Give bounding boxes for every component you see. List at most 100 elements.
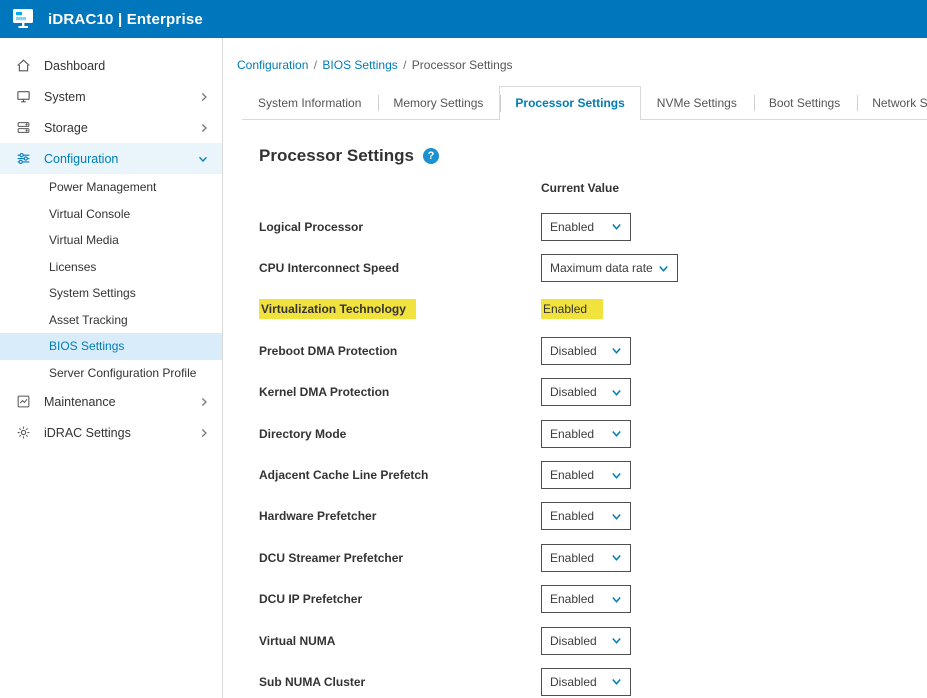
- setting-value-cell: Enabled: [541, 299, 603, 319]
- setting-row-kernel-dma-protection: Kernel DMA Protection Disabled: [259, 372, 927, 413]
- sidebar-item-dashboard[interactable]: Dashboard: [0, 50, 222, 81]
- chevron-down-icon: [611, 388, 622, 397]
- sidebar-subitem-label: BIOS Settings: [49, 339, 124, 353]
- cpu-interconnect-speed-select[interactable]: Maximum data rate: [541, 254, 678, 282]
- setting-value-cell: Enabled: [541, 502, 631, 530]
- chevron-down-icon: [611, 512, 622, 521]
- sidebar-subitem-label: Power Management: [49, 180, 156, 194]
- chevron-down-icon: [611, 553, 622, 562]
- sidebar-subitem-virtual-console[interactable]: Virtual Console: [0, 201, 222, 228]
- setting-label: Kernel DMA Protection: [259, 385, 389, 399]
- storage-icon: [15, 120, 31, 135]
- maintenance-icon: [15, 394, 31, 409]
- setting-row-directory-mode: Directory Mode Enabled: [259, 413, 927, 454]
- tab-network-settings[interactable]: Network Settings: [856, 86, 927, 119]
- setting-value-cell: Maximum data rate: [541, 254, 678, 282]
- dcu-ip-prefetcher-select[interactable]: Enabled: [541, 585, 631, 613]
- sidebar-subitem-licenses[interactable]: Licenses: [0, 254, 222, 281]
- sidebar-item-configuration[interactable]: Configuration: [0, 143, 222, 174]
- sidebar: Dashboard System Storage Configuration Power…: [0, 38, 223, 698]
- selected-value: Enabled: [550, 468, 594, 482]
- setting-value-cell: Disabled: [541, 378, 631, 406]
- configuration-icon: [15, 151, 31, 166]
- logical-processor-select[interactable]: Enabled: [541, 213, 631, 241]
- sidebar-subitem-bios-settings[interactable]: BIOS Settings: [0, 333, 222, 360]
- sidebar-item-label: Dashboard: [44, 59, 105, 73]
- setting-value-cell: Disabled: [541, 337, 631, 365]
- chevron-down-icon: [611, 677, 622, 686]
- sidebar-subitem-power-management[interactable]: Power Management: [0, 174, 222, 201]
- setting-label-cell: Hardware Prefetcher: [259, 507, 541, 525]
- setting-label-cell: Sub NUMA Cluster: [259, 673, 541, 691]
- selected-value: Enabled: [550, 509, 594, 523]
- tab-boot-settings[interactable]: Boot Settings: [753, 86, 856, 119]
- hardware-prefetcher-select[interactable]: Enabled: [541, 502, 631, 530]
- page-layout: Dashboard System Storage Configuration Power…: [0, 38, 927, 698]
- dcu-streamer-prefetcher-select[interactable]: Enabled: [541, 544, 631, 572]
- kernel-dma-protection-select[interactable]: Disabled: [541, 378, 631, 406]
- selected-value: Disabled: [550, 385, 597, 399]
- sidebar-subitem-label: Asset Tracking: [49, 313, 128, 327]
- setting-label-cell: Preboot DMA Protection: [259, 342, 541, 360]
- setting-label-cell: Directory Mode: [259, 425, 541, 443]
- breadcrumb: Configuration / BIOS Settings / Processo…: [236, 56, 927, 86]
- sidebar-item-storage[interactable]: Storage: [0, 112, 222, 143]
- selected-value: Maximum data rate: [550, 261, 652, 275]
- sidebar-item-label: Configuration: [44, 152, 118, 166]
- selected-value: Disabled: [550, 634, 597, 648]
- sidebar-subitem-system-settings[interactable]: System Settings: [0, 280, 222, 307]
- sub-numa-cluster-select[interactable]: Disabled: [541, 668, 631, 696]
- setting-label-cell: Virtual NUMA: [259, 632, 541, 650]
- sidebar-subitem-virtual-media[interactable]: Virtual Media: [0, 227, 222, 254]
- setting-value-cell: Disabled: [541, 668, 631, 696]
- breadcrumb-item-bios-settings[interactable]: BIOS Settings: [322, 58, 397, 72]
- sidebar-subitem-label: Virtual Console: [49, 207, 130, 221]
- chevron-right-icon: [200, 92, 208, 102]
- tab-processor-settings[interactable]: Processor Settings: [499, 86, 640, 120]
- setting-value-cell: Enabled: [541, 544, 631, 572]
- selected-value: Enabled: [550, 551, 594, 565]
- preboot-dma-protection-select[interactable]: Disabled: [541, 337, 631, 365]
- sidebar-subitem-label: Server Configuration Profile: [49, 366, 196, 380]
- setting-row-cpu-interconnect-speed: CPU Interconnect Speed Maximum data rate: [259, 247, 927, 288]
- selected-value: Enabled: [550, 220, 594, 234]
- page-title: Processor Settings: [259, 146, 414, 166]
- home-icon: [15, 58, 31, 73]
- sidebar-item-idrac-settings[interactable]: iDRAC Settings: [0, 417, 222, 448]
- tab-system-information[interactable]: System Information: [242, 86, 377, 119]
- sidebar-subitem-server-configuration-profile[interactable]: Server Configuration Profile: [0, 360, 222, 387]
- setting-label: DCU Streamer Prefetcher: [259, 551, 403, 565]
- sidebar-item-system[interactable]: System: [0, 81, 222, 112]
- setting-row-preboot-dma-protection: Preboot DMA Protection Disabled: [259, 330, 927, 371]
- setting-value: Enabled: [541, 299, 603, 319]
- setting-label-cell: CPU Interconnect Speed: [259, 259, 541, 277]
- setting-value-cell: Enabled: [541, 420, 631, 448]
- setting-label-cell: Adjacent Cache Line Prefetch: [259, 466, 541, 484]
- sidebar-subitem-label: System Settings: [49, 286, 136, 300]
- help-icon[interactable]: ?: [423, 148, 439, 164]
- breadcrumb-item-configuration[interactable]: Configuration: [237, 58, 308, 72]
- chevron-down-icon: [611, 222, 622, 231]
- tab-nvme-settings[interactable]: NVMe Settings: [641, 86, 753, 119]
- selected-value: Disabled: [550, 344, 597, 358]
- sidebar-item-maintenance[interactable]: Maintenance: [0, 386, 222, 417]
- directory-mode-select[interactable]: Enabled: [541, 420, 631, 448]
- chevron-down-icon: [611, 636, 622, 645]
- tab-memory-settings[interactable]: Memory Settings: [377, 86, 499, 119]
- setting-row-virtual-numa: Virtual NUMA Disabled: [259, 620, 927, 661]
- setting-row-adjacent-cache-line-prefetch: Adjacent Cache Line Prefetch Enabled: [259, 454, 927, 495]
- setting-row-dcu-streamer-prefetcher: DCU Streamer Prefetcher Enabled: [259, 537, 927, 578]
- adjacent-cache-line-prefetch-select[interactable]: Enabled: [541, 461, 631, 489]
- page-title-row: Processor Settings ?: [259, 146, 927, 166]
- virtual-numa-select[interactable]: Disabled: [541, 627, 631, 655]
- setting-label: Directory Mode: [259, 427, 346, 441]
- setting-label: Adjacent Cache Line Prefetch: [259, 468, 428, 482]
- setting-value-cell: Enabled: [541, 585, 631, 613]
- setting-label-cell: Virtualization Technology: [259, 300, 541, 318]
- sidebar-subitem-asset-tracking[interactable]: Asset Tracking: [0, 307, 222, 334]
- setting-label: Sub NUMA Cluster: [259, 675, 365, 689]
- setting-label: Virtual NUMA: [259, 634, 335, 648]
- setting-label: Virtualization Technology: [259, 299, 416, 319]
- setting-value-cell: Enabled: [541, 461, 631, 489]
- sidebar-item-label: Storage: [44, 121, 88, 135]
